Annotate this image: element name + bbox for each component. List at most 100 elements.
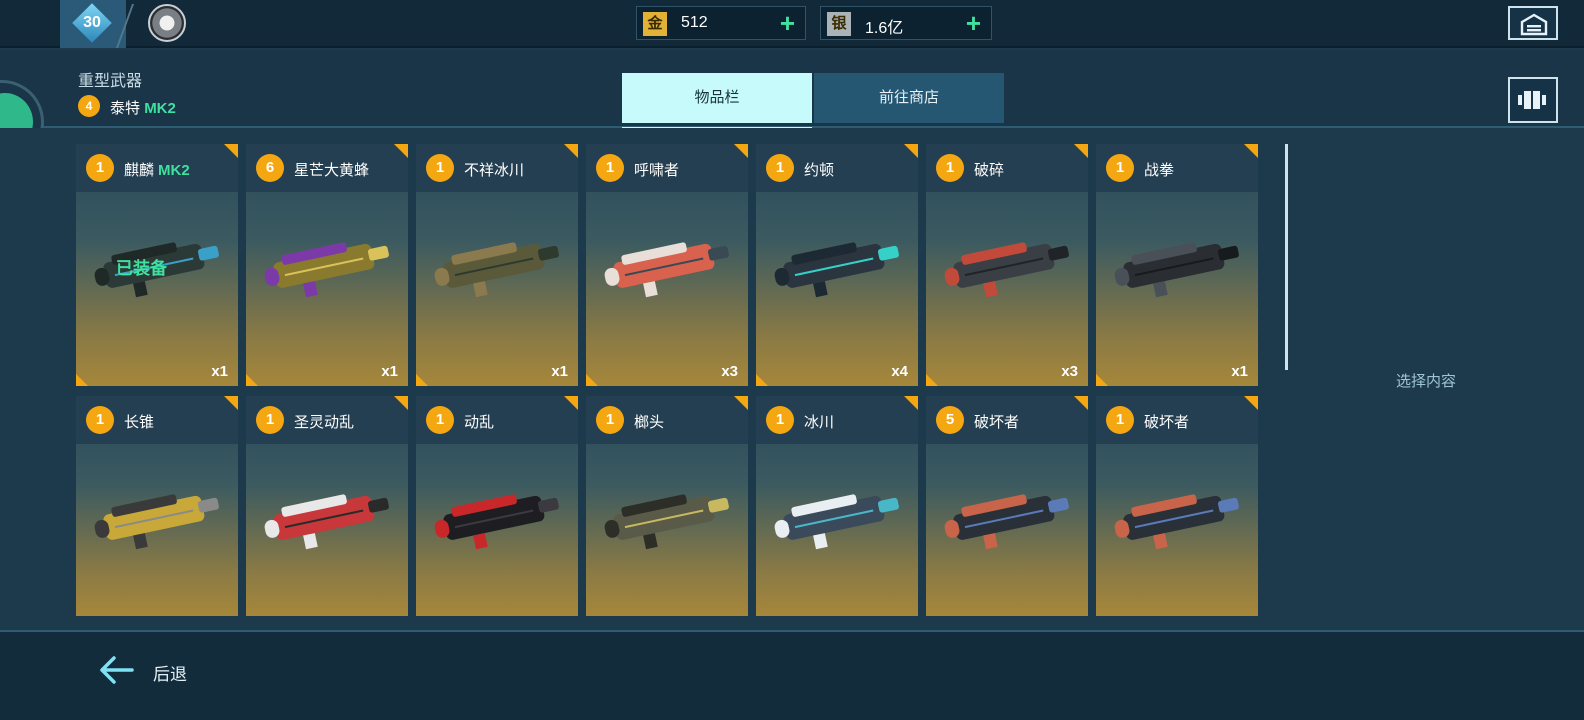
corner-marker bbox=[246, 374, 258, 386]
weapon-card[interactable]: 6 星芒大黄蜂 x1 bbox=[246, 144, 408, 386]
add-gold-button[interactable]: + bbox=[780, 7, 795, 39]
weapon-image bbox=[944, 242, 1069, 298]
add-silver-button[interactable]: + bbox=[966, 7, 981, 39]
corner-marker bbox=[224, 396, 238, 410]
weapon-card[interactable]: 1 破坏者 bbox=[1096, 396, 1258, 616]
gold-currency: 金 512 + bbox=[636, 6, 806, 40]
corner-marker bbox=[1244, 144, 1258, 158]
weapon-name: 星芒大黄蜂 bbox=[294, 159, 369, 180]
weapon-level-badge: 1 bbox=[596, 154, 624, 182]
corner-marker bbox=[904, 396, 918, 410]
weapon-image bbox=[94, 494, 219, 550]
weapon-quantity: x1 bbox=[1231, 363, 1248, 380]
corner-marker bbox=[734, 396, 748, 410]
weapon-card[interactable]: 1 战拳 x1 bbox=[1096, 144, 1258, 386]
weapon-name-text: 榔头 bbox=[634, 414, 665, 431]
weapon-card[interactable]: 1 破碎 x3 bbox=[926, 144, 1088, 386]
selection-placeholder: 选择内容 bbox=[1396, 373, 1457, 390]
weapon-image bbox=[434, 494, 559, 550]
weapon-name-text: 圣灵动乱 bbox=[294, 414, 355, 431]
weapon-name: 动乱 bbox=[464, 411, 494, 432]
corner-marker bbox=[586, 374, 598, 386]
corner-marker bbox=[76, 374, 88, 386]
weapon-name: 圣灵动乱 bbox=[294, 411, 354, 432]
corner-marker bbox=[1096, 374, 1108, 386]
weapon-name: 不祥冰川 bbox=[464, 159, 524, 180]
corner-marker bbox=[394, 144, 408, 158]
weapon-level-badge: 1 bbox=[1106, 154, 1134, 182]
weapon-name: 约顿 bbox=[804, 159, 834, 180]
weapon-name-text: 约顿 bbox=[804, 162, 835, 179]
weapon-level-badge: 1 bbox=[766, 154, 794, 182]
corner-marker bbox=[734, 144, 748, 158]
weapon-card[interactable]: 1 麒麟 MK2 已装备 x1 bbox=[76, 144, 238, 386]
garage-button[interactable] bbox=[1508, 6, 1558, 40]
weapon-card[interactable]: 1 不祥冰川 x1 bbox=[416, 144, 578, 386]
gold-amount: 512 bbox=[681, 14, 708, 31]
weapon-level-badge: 1 bbox=[256, 406, 284, 434]
weapon-card[interactable]: 1 呼啸者 x3 bbox=[586, 144, 748, 386]
weapon-level-badge: 6 bbox=[256, 154, 284, 182]
weapon-quantity: x4 bbox=[891, 363, 908, 380]
gold-icon: 金 bbox=[643, 12, 667, 36]
weapon-name: 长锥 bbox=[124, 411, 154, 432]
top-bar-divider bbox=[0, 46, 1584, 48]
weapon-level-badge: 1 bbox=[426, 406, 454, 434]
weapon-name-text: 呼啸者 bbox=[634, 162, 680, 179]
category-title: 重型武器 bbox=[78, 73, 143, 90]
weapon-level-badge: 1 bbox=[426, 154, 454, 182]
weapon-image bbox=[774, 494, 899, 550]
weapon-image bbox=[1114, 494, 1239, 550]
weapon-level-badge: 1 bbox=[596, 406, 624, 434]
weapon-name: 破碎 bbox=[974, 159, 1004, 180]
back-arrow-icon[interactable] bbox=[98, 655, 134, 685]
garage-icon bbox=[1520, 13, 1548, 36]
weapon-card[interactable]: 1 榔头 bbox=[586, 396, 748, 616]
weapon-name-text: 破坏者 bbox=[1144, 414, 1190, 431]
weapon-card[interactable]: 5 破坏者 bbox=[926, 396, 1088, 616]
current-weapon: 泰特 MK2 bbox=[110, 97, 176, 118]
rank-emblem-icon[interactable] bbox=[148, 4, 186, 42]
weapon-name-text: 麒麟 bbox=[124, 162, 155, 179]
weapon-name: 破坏者 bbox=[1144, 411, 1189, 432]
weapon-card[interactable]: 1 约顿 x4 bbox=[756, 144, 918, 386]
corner-marker bbox=[416, 374, 428, 386]
corner-marker bbox=[564, 144, 578, 158]
weapon-name-text: 破坏者 bbox=[974, 414, 1020, 431]
corner-marker bbox=[926, 374, 938, 386]
back-button[interactable]: 后退 bbox=[153, 660, 187, 685]
tab-inventory[interactable]: 物品栏 bbox=[622, 73, 812, 129]
weapon-quantity: x3 bbox=[721, 363, 738, 380]
weapon-name-text: 破碎 bbox=[974, 162, 1005, 179]
weapon-level-badge: 5 bbox=[936, 406, 964, 434]
tab-go-to-shop[interactable]: 前往商店 bbox=[814, 73, 1004, 123]
weapon-quantity: x1 bbox=[211, 363, 228, 380]
weapon-image bbox=[264, 242, 389, 298]
corner-marker bbox=[904, 144, 918, 158]
weapon-card[interactable]: 1 动乱 bbox=[416, 396, 578, 616]
player-level-badge[interactable]: 30 bbox=[60, 0, 126, 48]
weapon-name-text: 冰川 bbox=[804, 414, 835, 431]
corner-marker bbox=[1074, 144, 1088, 158]
corner-marker bbox=[394, 396, 408, 410]
weapon-image bbox=[944, 494, 1069, 550]
weapon-card[interactable]: 1 长锥 bbox=[76, 396, 238, 616]
weapon-name-text: 战拳 bbox=[1144, 162, 1175, 179]
weapon-quantity: x3 bbox=[1061, 363, 1078, 380]
weapon-name: 战拳 bbox=[1144, 159, 1174, 180]
weapon-name: 破坏者 bbox=[974, 411, 1019, 432]
weapon-image bbox=[604, 242, 729, 298]
weapon-name: 榔头 bbox=[634, 411, 664, 432]
weapon-image bbox=[1114, 242, 1239, 298]
silver-icon: 银 bbox=[827, 12, 851, 36]
weapon-card[interactable]: 1 冰川 bbox=[756, 396, 918, 616]
corner-marker bbox=[756, 374, 768, 386]
weapon-name: 麒麟 MK2 bbox=[124, 159, 190, 180]
compare-button[interactable] bbox=[1508, 77, 1558, 123]
weapon-mk-tag: MK2 bbox=[158, 162, 190, 179]
weapon-card[interactable]: 1 圣灵动乱 bbox=[246, 396, 408, 616]
player-level: 30 bbox=[83, 14, 101, 31]
weapon-level-badge: 1 bbox=[1106, 406, 1134, 434]
weapon-name-text: 长锥 bbox=[124, 414, 155, 431]
grid-scrollbar[interactable] bbox=[1285, 144, 1288, 370]
